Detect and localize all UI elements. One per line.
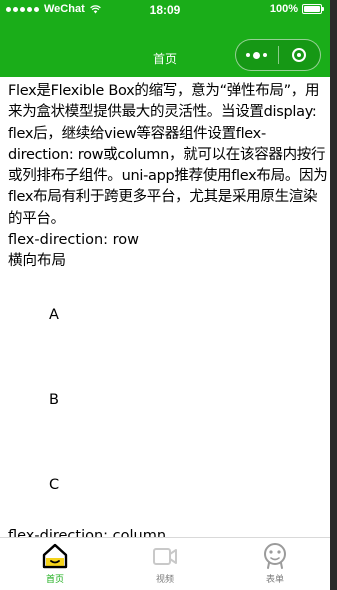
battery-percent: 100%: [269, 3, 298, 15]
status-bar: WeChat 18:09 100%: [0, 0, 330, 20]
close-mini-program-button[interactable]: [278, 40, 320, 70]
flex-item-b: B: [49, 391, 59, 408]
tab-video-label: 视频: [155, 575, 174, 585]
flex-item-c: C: [49, 476, 60, 493]
home-icon: [42, 543, 68, 569]
tab-form-label: 表单: [265, 575, 284, 585]
tab-home[interactable]: 首页: [0, 538, 110, 590]
form-icon: [264, 543, 286, 569]
page-content: Flex是Flexible Box的缩写，意为“弹性布局”，用来为盒状模型提供最…: [0, 77, 330, 537]
tab-form[interactable]: 表单: [220, 538, 330, 590]
video-icon: [153, 548, 177, 565]
more-dot: [246, 53, 251, 57]
more-dot: [263, 53, 268, 57]
app-screen: WeChat 18:09 100% 首页 Flex是Flexible Box的缩…: [0, 0, 330, 590]
tab-home-label: 首页: [45, 575, 64, 585]
navigation-bar: 首页: [0, 20, 330, 77]
mini-program-capsule: [235, 39, 321, 71]
battery-indicator: 100%: [269, 3, 324, 15]
more-dot: [253, 51, 261, 59]
row-section-title: flex-direction: row: [8, 232, 140, 249]
flex-item-a: A: [49, 306, 59, 323]
intro-paragraph: Flex是Flexible Box的缩写，意为“弹性布局”，用来为盒状模型提供最…: [8, 83, 328, 227]
battery-icon: [302, 4, 324, 14]
tab-bar: 首页 视频 表单: [0, 537, 330, 590]
column-section-title: flex-direction: column: [8, 527, 167, 537]
window-edge: [330, 0, 337, 590]
more-options-button[interactable]: [236, 40, 278, 70]
row-section-subtitle: 横向布局: [8, 253, 66, 270]
tab-video[interactable]: 视频: [110, 538, 220, 590]
close-ring-icon: [292, 48, 307, 62]
